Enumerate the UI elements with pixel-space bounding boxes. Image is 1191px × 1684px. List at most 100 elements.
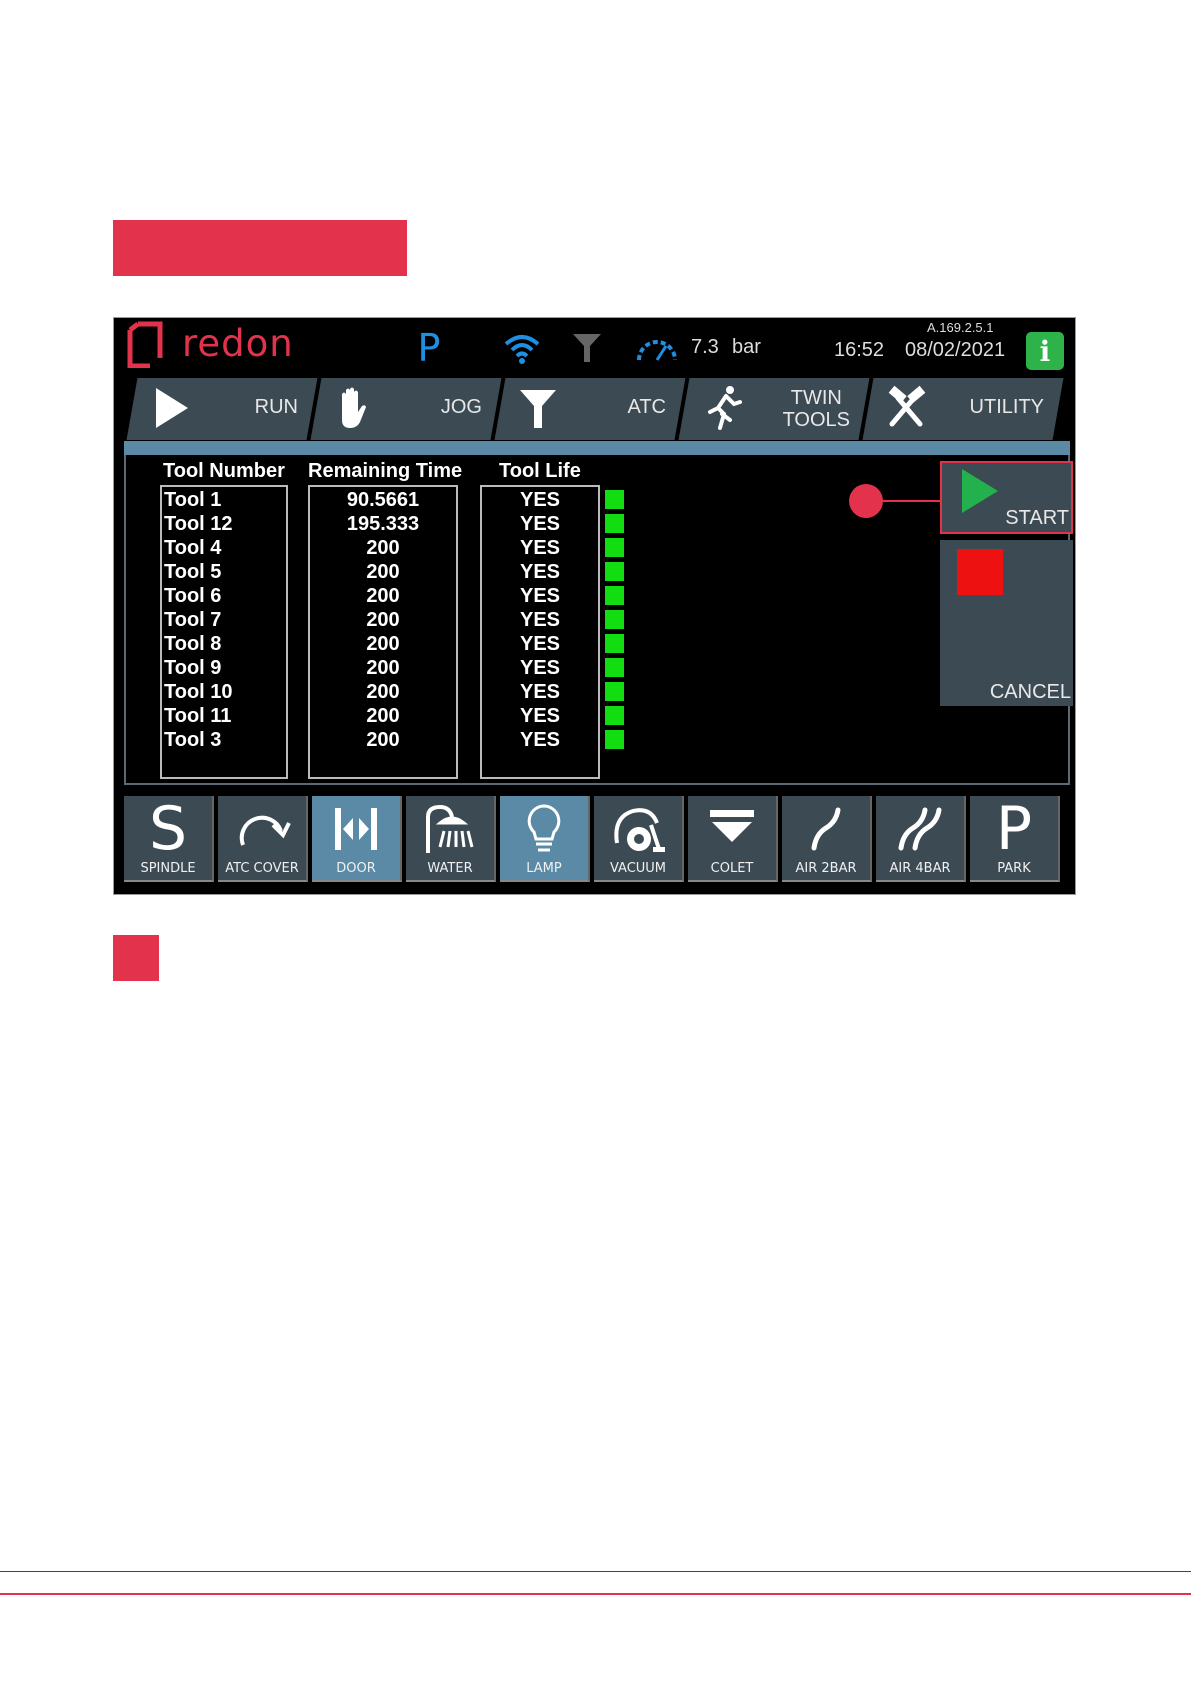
tool-life-cell: YES xyxy=(519,513,561,535)
water-button[interactable]: WATER xyxy=(406,796,496,882)
pressure-value: 7.3 xyxy=(691,336,719,358)
remaining-time-cell: 200 xyxy=(366,609,400,631)
water-label: WATER xyxy=(427,861,473,876)
tool-number-cell: Tool 5 xyxy=(164,561,222,583)
tool-life-cell: YES xyxy=(519,609,561,631)
park-button[interactable]: P PARK xyxy=(970,796,1060,882)
tab-atc-label: ATC xyxy=(627,396,666,418)
tab-run[interactable]: RUN xyxy=(126,378,318,440)
atc-cover-button[interactable]: ATC COVER xyxy=(218,796,308,882)
info-icon[interactable]: i xyxy=(1026,332,1064,370)
tab-underline xyxy=(124,441,1070,455)
clock: 16:52 xyxy=(834,339,885,361)
tool-number-cell: Tool 1 xyxy=(164,489,222,511)
footer-accent-rule xyxy=(0,1593,1191,1595)
tab-twin-tools[interactable]: TWIN TOOLS xyxy=(678,378,870,440)
start-button[interactable]: START xyxy=(940,461,1073,534)
tool-life-cell: YES xyxy=(519,489,561,511)
hammer-wrench-icon xyxy=(888,385,926,427)
colet-icon xyxy=(688,798,776,860)
tool-number-cell: Tool 6 xyxy=(164,585,222,607)
status-led xyxy=(605,682,624,701)
tool-number-cell: Tool 7 xyxy=(164,609,222,631)
air-double-icon xyxy=(876,798,964,860)
tab-atc[interactable]: ATC xyxy=(494,378,686,440)
park-label: PARK xyxy=(997,861,1031,876)
status-led xyxy=(605,586,624,605)
colet-button[interactable]: COLET xyxy=(688,796,778,882)
version-label: A.169.2.5.1 xyxy=(927,320,994,335)
remaining-time-cell: 200 xyxy=(366,633,400,655)
col-header-tool-number: Tool Number xyxy=(163,460,285,482)
spindle-button[interactable]: S SPINDLE xyxy=(124,796,214,882)
tool-life-cell: YES xyxy=(519,681,561,703)
tool-life-cell: YES xyxy=(519,585,561,607)
status-led xyxy=(605,562,624,581)
colet-label: COLET xyxy=(710,861,754,876)
park-glyph: P xyxy=(995,794,1033,864)
air-2bar-button[interactable]: AIR 2BAR xyxy=(782,796,872,882)
tool-life-cell: YES xyxy=(519,729,561,751)
vacuum-button[interactable]: VACUUM xyxy=(594,796,684,882)
hand-icon xyxy=(342,387,366,428)
remaining-time-cell: 200 xyxy=(366,729,400,751)
filter-icon xyxy=(573,334,601,362)
section-marker xyxy=(113,935,159,981)
door-button[interactable]: DOOR xyxy=(312,796,402,882)
tab-twin-tools-label: TWIN TOOLS xyxy=(783,387,850,431)
tool-number-cell: Tool 10 xyxy=(164,681,233,703)
callout-line xyxy=(882,500,940,502)
brand-name: redon xyxy=(182,322,294,365)
tool-life-cell: YES xyxy=(519,633,561,655)
play-icon xyxy=(156,388,188,428)
tab-jog[interactable]: JOG xyxy=(310,378,502,440)
spindle-icon: S xyxy=(124,798,212,860)
tool-life-cell: YES xyxy=(519,537,561,559)
status-led xyxy=(605,490,624,509)
running-man-icon xyxy=(708,386,742,430)
air-4bar-button[interactable]: AIR 4BAR xyxy=(876,796,966,882)
twin-label: TWIN xyxy=(790,387,842,409)
col-header-remaining-time: Remaining Time xyxy=(308,460,463,482)
remaining-time-cell: 200 xyxy=(366,657,400,679)
lamp-label: LAMP xyxy=(526,861,562,876)
tab-utility[interactable]: UTILITY xyxy=(862,378,1064,440)
callout-marker xyxy=(849,484,883,518)
rotate-arrow-icon xyxy=(218,798,306,860)
logo-mark-icon xyxy=(127,321,163,368)
gauge-icon xyxy=(637,340,677,361)
hmi-screen: redon P 7.3 bar A.169.2.5.1 16:52 08/02/… xyxy=(113,317,1076,895)
tool-number-cell: Tool 12 xyxy=(164,513,233,535)
status-led xyxy=(605,538,624,557)
wifi-icon xyxy=(504,335,540,364)
vacuum-icon xyxy=(594,798,682,860)
tab-utility-label: UTILITY xyxy=(969,396,1044,418)
tab-jog-label: JOG xyxy=(440,396,482,418)
p-mode-icon[interactable]: P xyxy=(414,326,444,370)
function-button-bar: S SPINDLE ATC COVER DOOR WATER LAMP VACU… xyxy=(124,796,1074,884)
tab-bar: RUN JOG ATC TWIN TOOLS UTILITY xyxy=(122,378,1072,440)
tool-life-cell: YES xyxy=(519,657,561,679)
pressure-unit: bar xyxy=(732,336,761,358)
status-led xyxy=(605,730,624,749)
remaining-time-cell: 200 xyxy=(366,681,400,703)
cancel-label: CANCEL xyxy=(989,681,1071,703)
air-4bar-label: AIR 4BAR xyxy=(889,861,951,876)
door-label: DOOR xyxy=(336,861,376,876)
air-icon xyxy=(782,798,870,860)
status-led xyxy=(605,610,624,629)
start-play-icon xyxy=(962,469,998,513)
remaining-time-cell: 195.333 xyxy=(346,513,420,535)
tool-number-cell: Tool 11 xyxy=(164,705,232,727)
tool-number-cell: Tool 4 xyxy=(164,537,222,559)
park-icon: P xyxy=(970,798,1058,860)
tool-number-cell: Tool 9 xyxy=(164,657,222,679)
lamp-button[interactable]: LAMP xyxy=(500,796,590,882)
tool-number-cell: Tool 8 xyxy=(164,633,222,655)
remaining-time-cell: 90.5661 xyxy=(346,489,420,511)
status-led xyxy=(605,706,624,725)
lightbulb-icon xyxy=(500,798,588,860)
atc-cover-label: ATC COVER xyxy=(225,861,299,876)
tool-life-cell: YES xyxy=(519,705,561,727)
cancel-button[interactable]: CANCEL xyxy=(940,540,1073,706)
